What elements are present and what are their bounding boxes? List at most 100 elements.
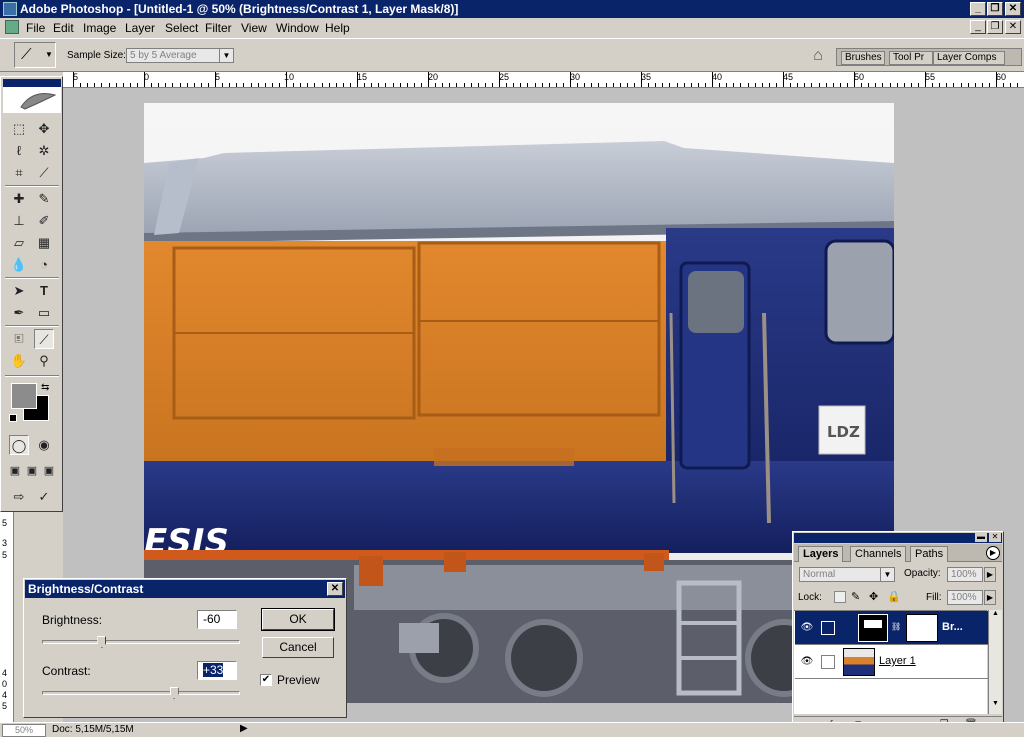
lock-pixels-icon[interactable]: ✎ bbox=[851, 590, 860, 603]
chevron-right-icon[interactable]: ▶ bbox=[984, 567, 996, 582]
opacity-input[interactable]: 100% bbox=[947, 567, 983, 582]
contrast-slider-thumb[interactable] bbox=[169, 687, 179, 699]
move-tool-icon[interactable]: ✥ bbox=[34, 119, 54, 139]
jump-to-imageready-icon[interactable]: ⇨ bbox=[9, 487, 29, 507]
layers-panel-titlebar[interactable] bbox=[794, 533, 1002, 543]
status-menu-icon[interactable]: ▶ bbox=[240, 723, 248, 734]
doc-minimize-button[interactable]: _ bbox=[970, 20, 986, 34]
minimize-icon[interactable]: ▬ bbox=[975, 532, 987, 542]
layer-link-icon[interactable] bbox=[821, 621, 835, 635]
zoom-tool-icon[interactable]: ⚲ bbox=[34, 351, 54, 371]
slice-tool-icon[interactable]: ⟋ bbox=[34, 163, 54, 183]
rectangle-tool-icon[interactable]: ▭ bbox=[34, 303, 54, 323]
type-tool-icon[interactable]: T bbox=[34, 281, 54, 301]
lock-all-icon[interactable]: 🔒 bbox=[887, 590, 901, 603]
marquee-tool-icon[interactable]: ⬚ bbox=[9, 119, 29, 139]
dialog-title[interactable]: Brightness/Contrast ✕ bbox=[25, 580, 345, 598]
clone-stamp-tool-icon[interactable]: ⊥ bbox=[9, 211, 29, 231]
brightness-slider-thumb[interactable] bbox=[97, 636, 107, 648]
default-colors-icon[interactable] bbox=[9, 414, 17, 422]
fill-input[interactable]: 100% bbox=[947, 590, 983, 605]
hand-tool-icon[interactable]: ✋ bbox=[9, 351, 29, 371]
preview-checkbox[interactable]: ✔ bbox=[260, 674, 272, 686]
close-icon[interactable]: ✕ bbox=[327, 582, 343, 596]
close-button[interactable]: ✕ bbox=[1005, 2, 1021, 16]
panel-menu-icon[interactable]: ▶ bbox=[986, 546, 1000, 560]
lasso-tool-icon[interactable]: ℓ bbox=[9, 141, 29, 161]
layer-mask-thumbnail[interactable] bbox=[906, 614, 938, 642]
palette-tab-layer-comps[interactable]: Layer Comps bbox=[933, 51, 1005, 65]
palette-toggle-icon[interactable]: ⌂ bbox=[806, 44, 830, 68]
brightness-input[interactable]: -60 bbox=[197, 610, 237, 629]
tool-preset-picker[interactable]: ⟋ ▼ bbox=[14, 42, 56, 68]
edit-in-imageready-icon[interactable]: ✓ bbox=[34, 487, 54, 507]
ruler-label: 3 bbox=[2, 538, 8, 548]
menu-layer[interactable]: Layer bbox=[125, 21, 155, 35]
cancel-button[interactable]: Cancel bbox=[262, 637, 334, 658]
blend-mode-value: Normal bbox=[803, 569, 836, 580]
ok-button[interactable]: OK bbox=[261, 608, 335, 631]
doc-restore-button[interactable]: ❐ bbox=[987, 20, 1003, 34]
magic-wand-tool-icon[interactable]: ✲ bbox=[34, 141, 54, 161]
chevron-right-icon[interactable]: ▶ bbox=[984, 590, 996, 605]
palette-tab-brushes[interactable]: Brushes bbox=[841, 51, 885, 65]
tab-paths[interactable]: Paths bbox=[910, 546, 949, 562]
swap-colors-icon[interactable]: ⇆ bbox=[41, 382, 49, 393]
path-selection-tool-icon[interactable]: ➤ bbox=[9, 281, 29, 301]
scroll-up-icon[interactable]: ▲ bbox=[989, 610, 1002, 622]
ruler-label: 5 bbox=[2, 550, 8, 560]
layers-list: 👁 ⛓ Br... 👁 Layer 1 bbox=[794, 610, 988, 714]
toolbox-titlebar[interactable] bbox=[3, 79, 61, 87]
menu-window[interactable]: Window bbox=[276, 21, 319, 35]
notes-tool-icon[interactable]: 🗉 bbox=[9, 329, 29, 349]
layer-link-icon[interactable] bbox=[821, 655, 835, 669]
full-screen-mode-icon[interactable]: ▣ bbox=[39, 461, 59, 481]
toolbox: ⬚ ✥ ℓ ✲ ⌗ ⟋ ✚ ✎ ⊥ ✐ ▱ ▦ 💧 ◔ ➤ T ✒ ▭ 🗉 ⟋ … bbox=[0, 76, 63, 512]
lock-position-icon[interactable]: ✥ bbox=[869, 590, 878, 603]
eyedropper-tool-icon[interactable]: ⟋ bbox=[34, 329, 54, 349]
eraser-tool-icon[interactable]: ▱ bbox=[9, 233, 29, 253]
document-icon[interactable] bbox=[5, 20, 19, 34]
layer-row-brightness-contrast[interactable]: 👁 ⛓ Br... bbox=[795, 611, 988, 645]
eye-icon[interactable]: 👁 bbox=[800, 656, 814, 668]
healing-brush-tool-icon[interactable]: ✚ bbox=[9, 189, 29, 209]
contrast-input[interactable]: +33 bbox=[197, 661, 237, 680]
menu-edit[interactable]: Edit bbox=[53, 21, 74, 35]
minimize-button[interactable]: _ bbox=[970, 2, 986, 16]
tab-layers[interactable]: Layers bbox=[798, 546, 844, 562]
standard-mode-icon[interactable]: ◯ bbox=[9, 435, 29, 455]
brush-tool-icon[interactable]: ✎ bbox=[34, 189, 54, 209]
menu-select[interactable]: Select bbox=[165, 21, 198, 35]
palette-tab-tool-presets[interactable]: Tool Pr bbox=[889, 51, 933, 65]
sample-size-select[interactable]: 5 by 5 Average ▼ bbox=[126, 48, 234, 63]
history-brush-tool-icon[interactable]: ✐ bbox=[34, 211, 54, 231]
layers-scrollbar[interactable]: ▲ ▼ bbox=[988, 610, 1002, 714]
foreground-color-swatch[interactable] bbox=[11, 383, 37, 409]
gradient-tool-icon[interactable]: ▦ bbox=[34, 233, 54, 253]
doc-close-button[interactable]: ✕ bbox=[1005, 20, 1021, 34]
menu-image[interactable]: Image bbox=[83, 21, 116, 35]
crop-tool-icon[interactable]: ⌗ bbox=[9, 163, 29, 183]
menu-filter[interactable]: Filter bbox=[205, 21, 232, 35]
dodge-tool-icon[interactable]: ◔ bbox=[34, 255, 54, 275]
blur-tool-icon[interactable]: 💧 bbox=[9, 255, 29, 275]
eye-icon[interactable]: 👁 bbox=[800, 622, 814, 634]
pen-tool-icon[interactable]: ✒ bbox=[9, 303, 29, 323]
chain-icon: ⛓ bbox=[891, 622, 902, 631]
zoom-level-field[interactable]: 50% bbox=[2, 724, 46, 737]
lock-transparency-icon[interactable] bbox=[834, 591, 846, 603]
layer-row-layer-1[interactable]: 👁 Layer 1 bbox=[795, 645, 988, 679]
menu-help[interactable]: Help bbox=[325, 21, 350, 35]
close-icon[interactable]: ✕ bbox=[989, 532, 1001, 542]
contrast-slider-track[interactable] bbox=[42, 691, 240, 695]
menu-file[interactable]: File bbox=[26, 21, 45, 35]
menu-view[interactable]: View bbox=[241, 21, 267, 35]
scroll-down-icon[interactable]: ▼ bbox=[989, 700, 1002, 712]
restore-button[interactable]: ❐ bbox=[987, 2, 1003, 16]
ruler-tick bbox=[783, 72, 784, 87]
brightness-slider-track[interactable] bbox=[42, 640, 240, 644]
blend-mode-select[interactable]: Normal ▼ bbox=[799, 567, 895, 582]
quick-mask-icon[interactable]: ◉ bbox=[34, 435, 54, 455]
tab-channels[interactable]: Channels bbox=[850, 546, 907, 562]
toolbox-logo[interactable] bbox=[3, 87, 61, 113]
